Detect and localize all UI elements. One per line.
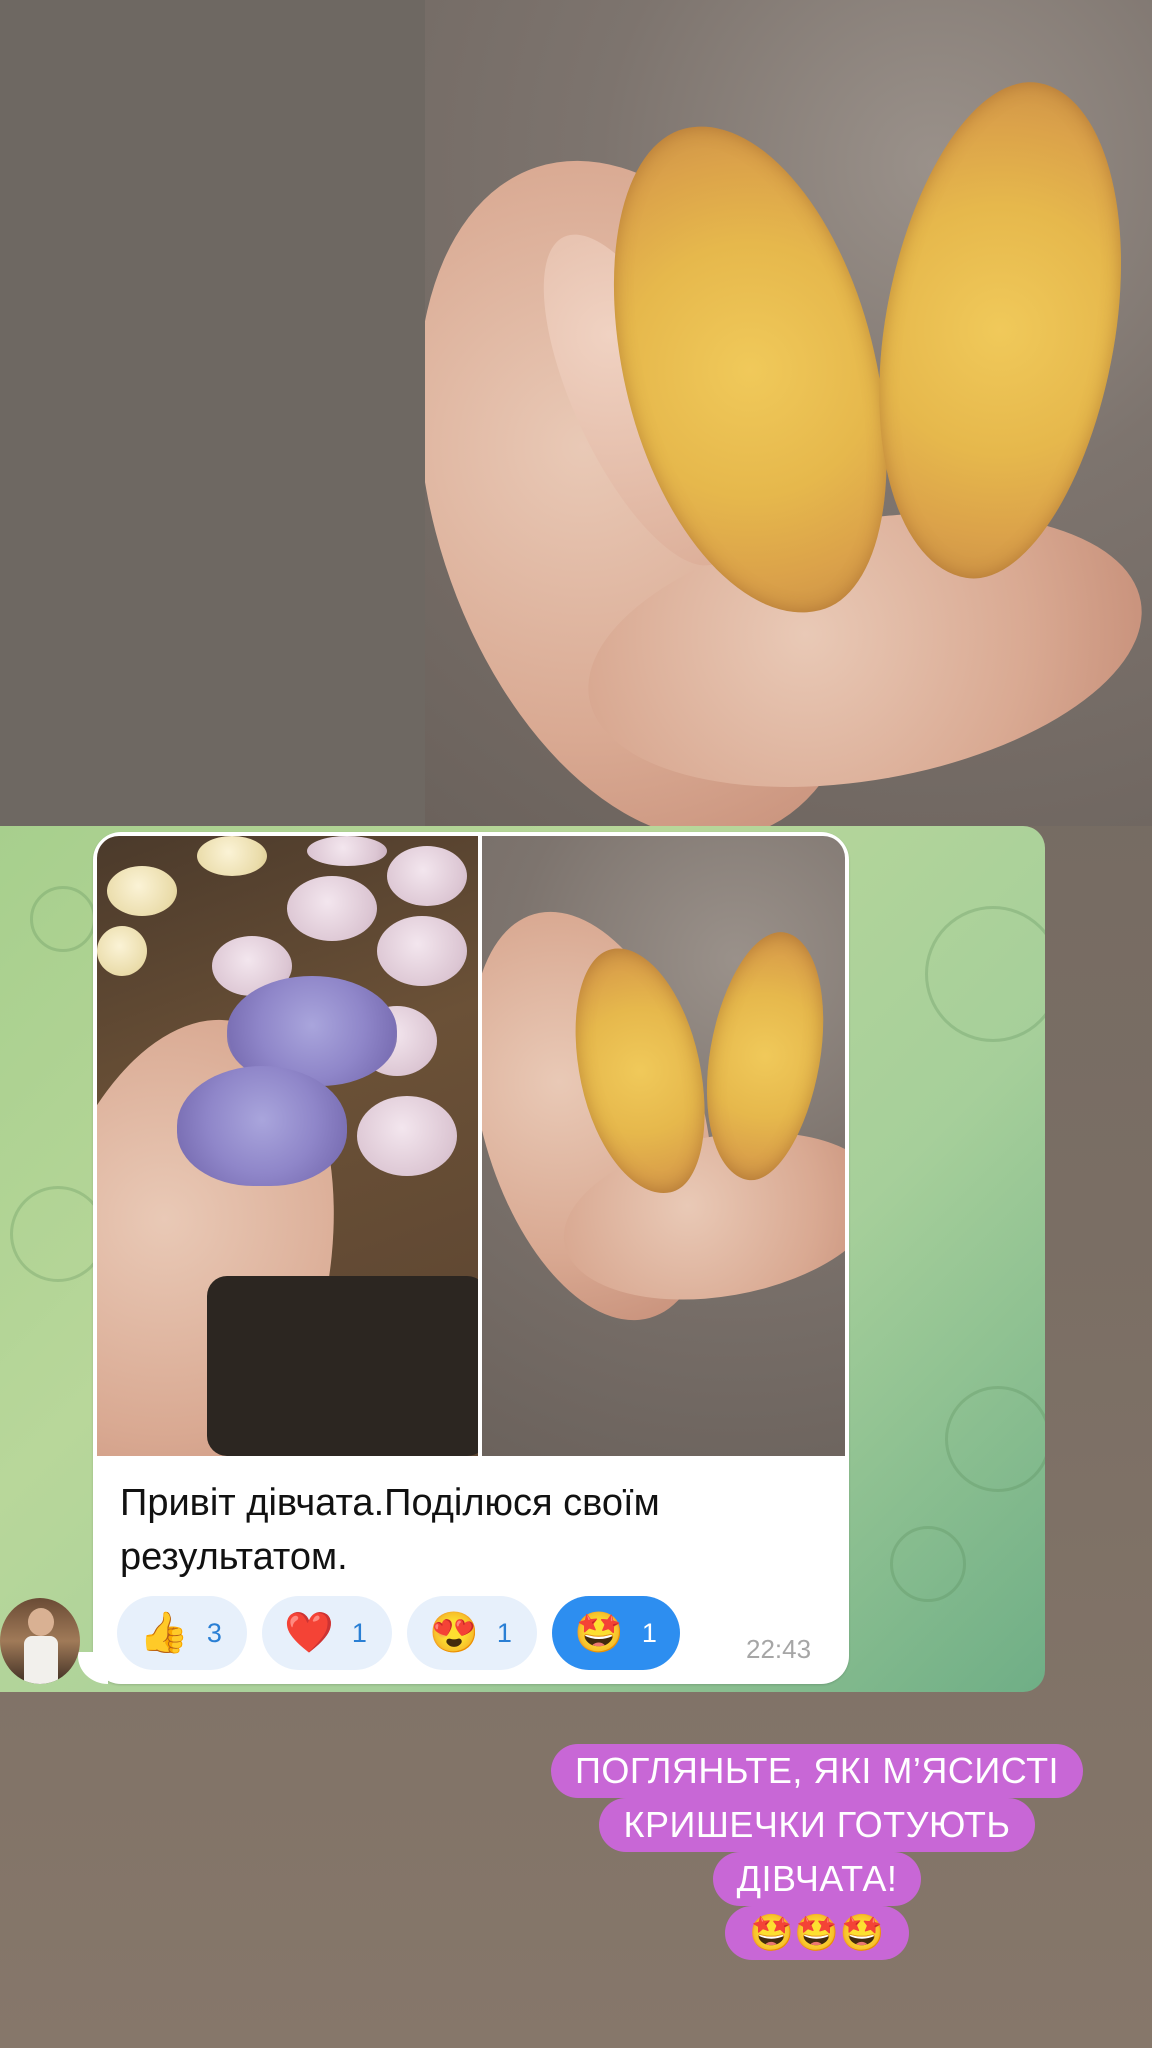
reaction-heart-eyes[interactable]: 😍 1 [407,1596,537,1670]
caption-emoji: 🤩🤩🤩 [725,1906,909,1960]
heart-eyes-icon: 😍 [429,1611,479,1655]
reaction-star-struck[interactable]: 🤩 1 [552,1596,680,1670]
thumbs-up-icon: 👍 [139,1611,189,1655]
reaction-count: 3 [206,1617,222,1648]
message-time: 22:43 [746,1634,812,1664]
story-caption: ПОГЛЯНЬТЕ, ЯКІ М’ЯСИСТІ КРИШЕЧКИ ГОТУЮТЬ… [528,1744,1106,1960]
caption-line-1: ПОГЛЯНЬТЕ, ЯКІ М’ЯСИСТІ [550,1744,1084,1798]
story-background [0,0,425,826]
caption-line-3: ДІВЧАТА! [712,1852,922,1906]
message-photo-right[interactable] [482,836,845,1456]
message-photo-left[interactable] [97,836,478,1456]
reaction-count: 1 [351,1617,367,1648]
reaction-count: 1 [496,1617,512,1648]
macaron-photo-large [425,0,1152,826]
avatar[interactable] [0,1598,80,1684]
reaction-count: 1 [641,1617,657,1648]
message-text: Привіт дівчата.Поділюся своїм результато… [120,1482,660,1578]
reaction-heart[interactable]: ❤️ 1 [262,1596,392,1670]
caption-line-2: КРИШЕЧКИ ГОТУЮТЬ [599,1798,1035,1852]
star-struck-icon: 🤩 [574,1611,624,1655]
heart-icon: ❤️ [284,1611,334,1655]
reaction-thumbs-up[interactable]: 👍 3 [117,1596,247,1670]
